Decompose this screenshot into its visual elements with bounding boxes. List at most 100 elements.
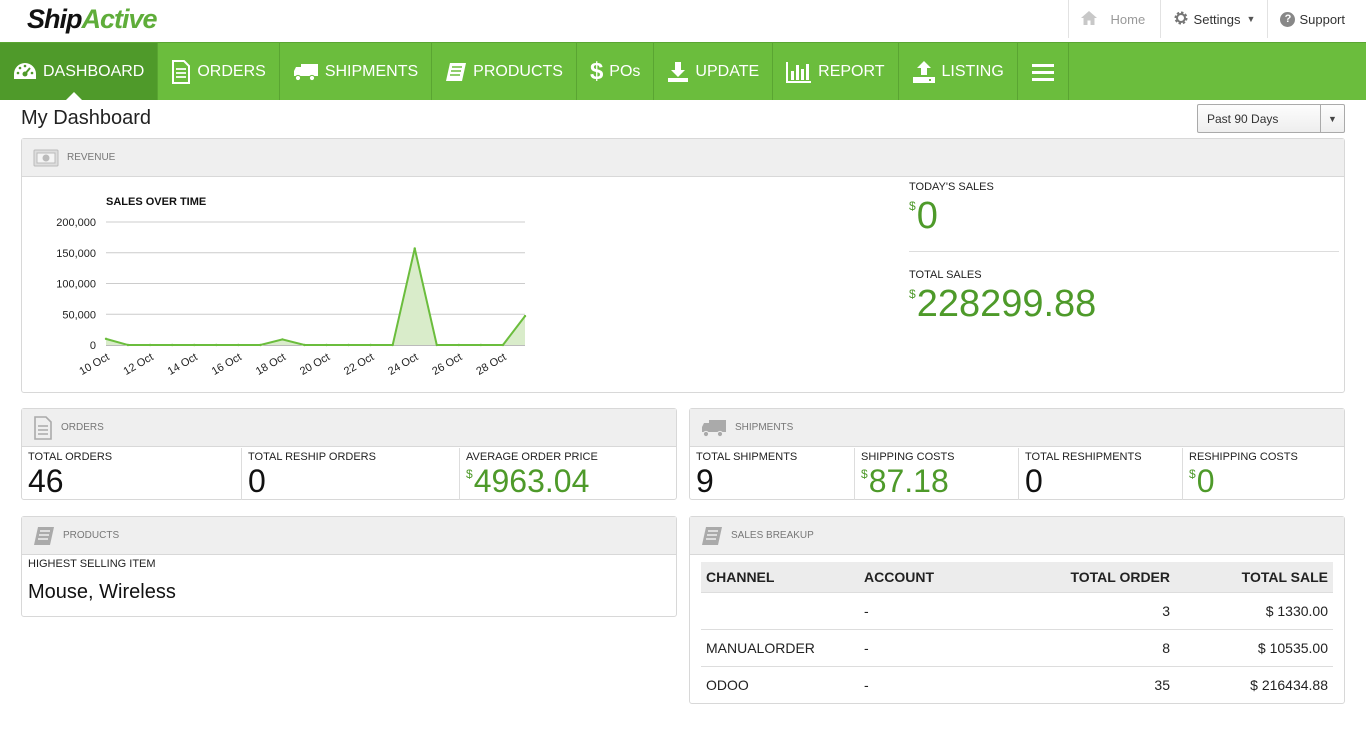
period-select[interactable]: Past 90 Days ▼: [1197, 104, 1345, 133]
book-icon: [445, 62, 467, 82]
highest-selling-item: HIGHEST SELLING ITEM Mouse, Wireless: [28, 558, 176, 604]
products-panel-header: PRODUCTS: [22, 517, 676, 555]
total-shipments-value: 9: [696, 463, 714, 499]
nav-shipments-label: SHIPMENTS: [324, 62, 419, 80]
sales-breakup-panel-header: SALES BREAKUP: [690, 517, 1344, 555]
data-point: [523, 314, 527, 318]
cell-total-sale: $ 216434.88: [1175, 665, 1333, 703]
nav-orders[interactable]: ORDERS: [158, 43, 280, 100]
cell-total-order: 3: [1009, 591, 1175, 629]
total-reship-orders: TOTAL RESHIP ORDERS 0: [241, 448, 459, 500]
main-nav: DASHBOARD ORDERS SHIPMENTS PRODUCTS $ PO…: [0, 42, 1366, 100]
shipments-panel-title: SHIPMENTS: [735, 422, 794, 433]
data-point: [391, 343, 394, 347]
sales-series-line: [105, 248, 526, 346]
y-tick-label: 50,000: [62, 309, 96, 321]
shipments-panel-header: SHIPMENTS: [690, 409, 1344, 447]
data-point: [148, 343, 152, 347]
nav-update-label: UPDATE: [695, 62, 760, 80]
shipactive-logo[interactable]: ShipActive: [27, 4, 158, 35]
todays-sales-label: TODAY'S SALES: [909, 181, 994, 193]
top-links: Home Settings ▼ ? Support: [1067, 0, 1366, 38]
total-reship-orders-value: 0: [248, 463, 266, 499]
reshipping-costs-label: RESHIPPING COSTS: [1189, 451, 1298, 463]
caret-down-icon: ▼: [1246, 14, 1256, 24]
x-tick-label: 24 Oct: [386, 351, 420, 378]
total-reshipments-label: TOTAL RESHIPMENTS: [1025, 451, 1142, 463]
average-order-price-label: AVERAGE ORDER PRICE: [466, 451, 598, 463]
data-point: [170, 343, 174, 347]
table-row: MANUALORDER - 8 $ 10535.00: [701, 628, 1333, 666]
bar-chart-icon: [786, 61, 812, 83]
shipping-costs: SHIPPING COSTS $87.18: [854, 448, 1018, 500]
logo-text-active: Active: [81, 4, 158, 34]
shipping-costs-value: 87.18: [868, 463, 949, 499]
y-tick-label: 100,000: [56, 279, 96, 291]
nav-pos-label: POs: [609, 62, 641, 80]
total-sales: TOTAL SALES $228299.88: [909, 269, 1339, 326]
sales-area-fill: [106, 248, 525, 345]
y-tick-label: 0: [90, 340, 96, 352]
column-header-total-sale[interactable]: TOTAL SALE: [1175, 562, 1333, 592]
divider: [909, 251, 1339, 252]
book-icon: [33, 526, 55, 546]
data-point: [193, 343, 196, 347]
upload-icon: [912, 60, 936, 84]
total-reshipments: TOTAL RESHIPMENTS 0: [1018, 448, 1182, 500]
cell-total-sale: $ 10535.00: [1175, 628, 1333, 666]
gear-icon: [1173, 10, 1189, 29]
x-tick-label: 28 Oct: [474, 351, 508, 378]
total-reship-orders-label: TOTAL RESHIP ORDERS: [248, 451, 376, 463]
cell-account: -: [859, 628, 1009, 666]
table-row: ODOO - 35 $ 216434.88: [701, 665, 1333, 703]
document-icon: [33, 415, 53, 440]
nav-update[interactable]: UPDATE: [654, 43, 774, 100]
todays-sales: TODAY'S SALES $0: [909, 181, 1339, 238]
nav-menu[interactable]: [1018, 43, 1069, 100]
x-tick-label: 20 Oct: [298, 351, 332, 378]
logo-text-ship: Ship: [27, 4, 82, 34]
column-header-channel[interactable]: CHANNEL: [701, 562, 859, 592]
support-link[interactable]: ? Support: [1267, 0, 1366, 38]
revenue-panel-header: REVENUE: [22, 139, 1344, 177]
nav-dashboard-label: DASHBOARD: [43, 62, 145, 80]
nav-products[interactable]: PRODUCTS: [432, 43, 577, 100]
highest-selling-item-value: Mouse, Wireless: [28, 581, 176, 603]
todays-sales-value: 0: [916, 195, 938, 237]
sales-over-time-chart: 0 50,000 100,000 150,000 200,000 10 Oct 12 Oct…: [56, 217, 527, 378]
total-sales-label: TOTAL SALES: [909, 269, 982, 281]
orders-panel-header: ORDERS: [22, 409, 676, 447]
data-point: [237, 343, 240, 347]
x-tick-label: 12 Oct: [122, 351, 156, 378]
data-point: [126, 343, 130, 347]
nav-shipments[interactable]: SHIPMENTS: [280, 43, 433, 100]
sales-breakup-panel-title: SALES BREAKUP: [731, 530, 814, 541]
nav-orders-label: ORDERS: [197, 62, 266, 80]
reshipping-costs: RESHIPPING COSTS $0: [1182, 448, 1344, 500]
nav-listing[interactable]: LISTING: [899, 43, 1018, 100]
home-link-label: Home: [1110, 11, 1146, 27]
home-link[interactable]: Home: [1067, 0, 1160, 38]
average-order-price: AVERAGE ORDER PRICE $4963.04: [459, 448, 676, 500]
nav-pos[interactable]: $ POs: [577, 43, 655, 100]
revenue-panel: REVENUE SALES OVER TIME 0 50,000 100,000 15…: [21, 138, 1345, 393]
total-shipments-label: TOTAL SHIPMENTS: [696, 451, 798, 463]
support-label: Support: [1299, 11, 1345, 27]
column-header-account[interactable]: ACCOUNT: [859, 562, 1009, 592]
orders-panel: ORDERS TOTAL ORDERS 46 TOTAL RESHIP ORDE…: [21, 408, 677, 500]
average-order-price-value: 4963.04: [473, 463, 590, 499]
sales-breakup-panel: SALES BREAKUP CHANNEL ACCOUNT TOTAL ORDE…: [689, 516, 1345, 704]
help-icon: ?: [1280, 11, 1296, 27]
x-tick-label: 22 Oct: [342, 351, 376, 378]
nav-dashboard[interactable]: DASHBOARD: [0, 43, 159, 100]
cell-channel: MANUALORDER: [701, 628, 859, 666]
shipments-panel: SHIPMENTS TOTAL SHIPMENTS 9 SHIPPING COS…: [689, 408, 1345, 500]
cell-total-order: 35: [1009, 665, 1175, 703]
sales-breakup-table: CHANNEL ACCOUNT TOTAL ORDER TOTAL SALE -…: [701, 562, 1333, 703]
nav-report[interactable]: REPORT: [773, 43, 899, 100]
settings-dropdown[interactable]: Settings ▼: [1159, 0, 1268, 38]
data-point: [457, 343, 461, 347]
column-header-total-order[interactable]: TOTAL ORDER: [1009, 562, 1175, 592]
hamburger-menu-icon: [1031, 63, 1054, 81]
data-point: [259, 343, 262, 347]
